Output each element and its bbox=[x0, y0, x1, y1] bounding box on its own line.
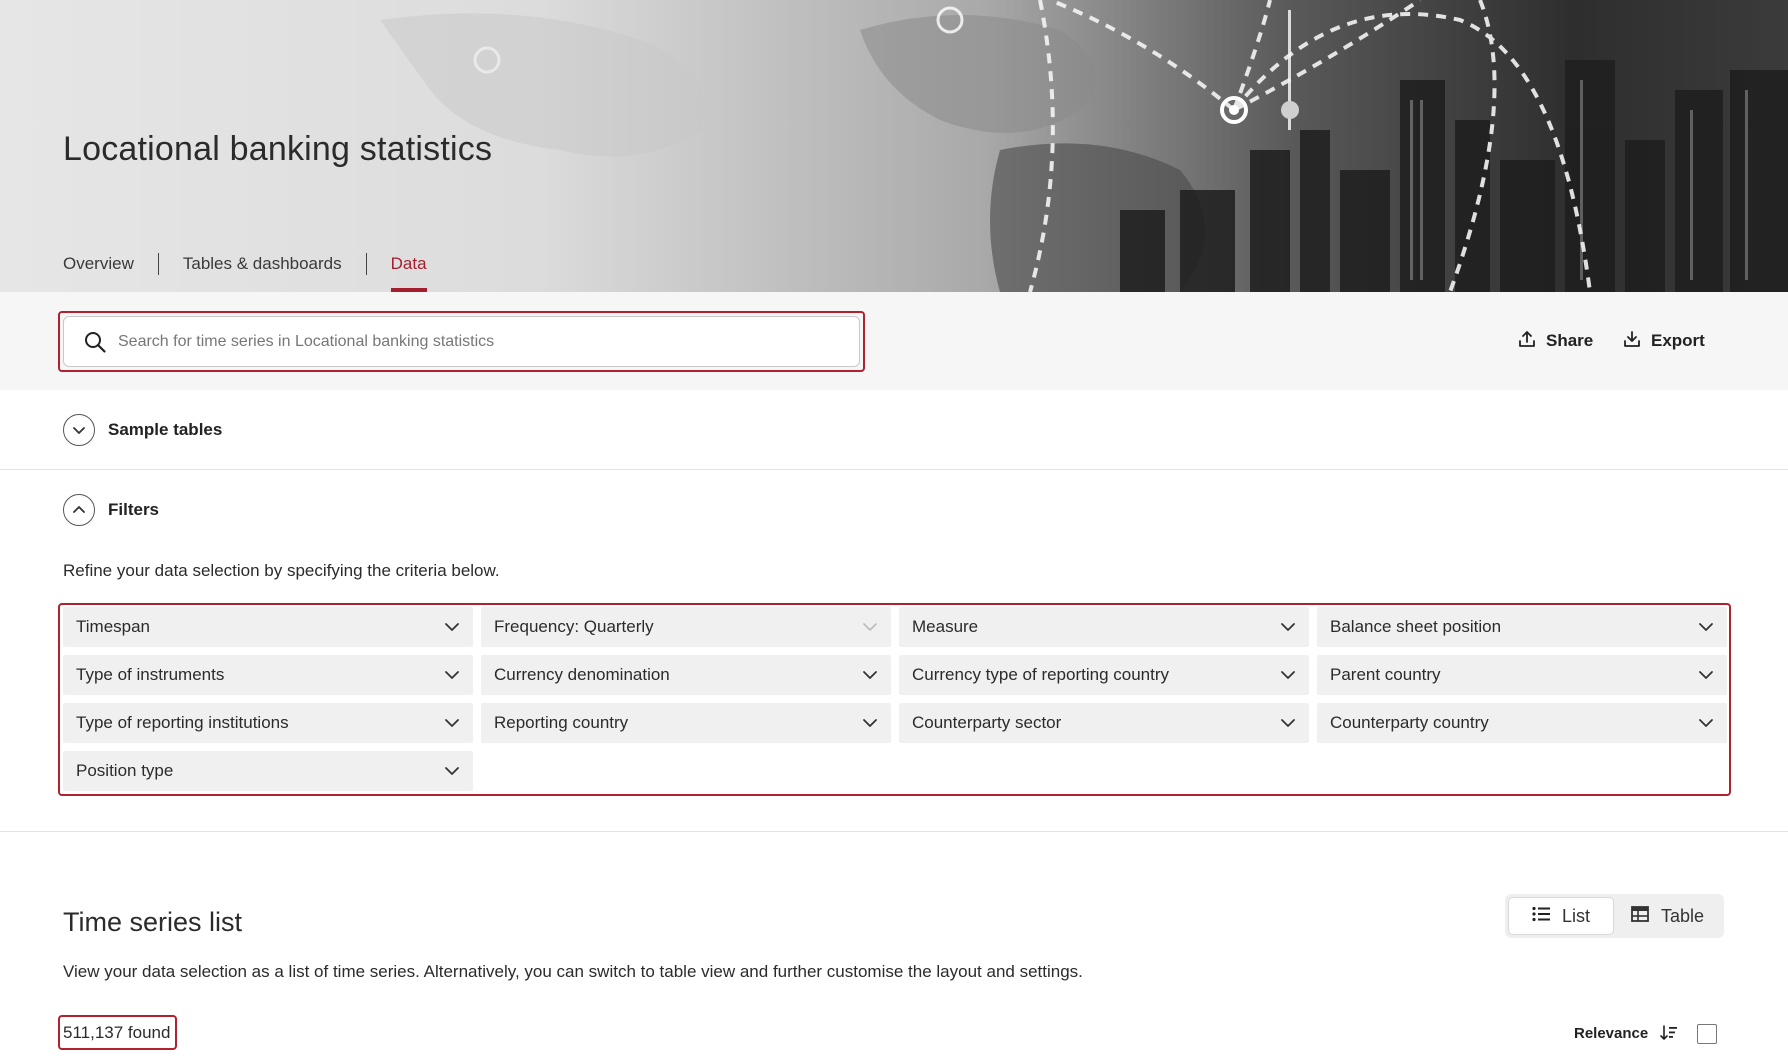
sample-tables-toggle[interactable]: Sample tables bbox=[63, 414, 222, 446]
list-icon bbox=[1532, 906, 1550, 927]
time-series-title: Time series list bbox=[63, 907, 243, 937]
page-title: Locational banking statistics bbox=[63, 130, 493, 168]
filter-label: Timespan bbox=[76, 617, 151, 636]
tab-data[interactable]: Data bbox=[390, 248, 427, 292]
filter-frequency[interactable]: Frequency: Quarterly bbox=[481, 607, 891, 647]
filter-type-of-reporting-institutions[interactable]: Type of reporting institutions bbox=[63, 703, 473, 743]
chevron-down-icon bbox=[861, 666, 879, 684]
filter-label: Currency type of reporting country bbox=[912, 665, 1170, 684]
tab-overview[interactable]: Overview bbox=[63, 248, 134, 280]
filter-label: Measure bbox=[912, 617, 979, 636]
share-icon bbox=[1518, 330, 1536, 353]
filter-label: Currency denomination bbox=[494, 665, 670, 684]
filter-label: Type of instruments bbox=[76, 665, 225, 684]
filter-label: Parent country bbox=[1330, 665, 1441, 684]
chevron-down-icon bbox=[1697, 618, 1715, 636]
tab-separator bbox=[157, 253, 159, 275]
download-icon bbox=[1623, 330, 1641, 353]
table-icon bbox=[1631, 905, 1649, 927]
filter-measure[interactable]: Measure bbox=[899, 607, 1309, 647]
chevron-down-icon bbox=[1279, 714, 1297, 732]
select-all-checkbox[interactable] bbox=[1697, 1024, 1717, 1044]
list-view-button[interactable]: List bbox=[1508, 897, 1614, 935]
chevron-down-icon bbox=[1279, 666, 1297, 684]
sample-tables-label: Sample tables bbox=[108, 420, 223, 439]
view-toggle: List Table bbox=[1505, 894, 1724, 938]
share-button[interactable]: Share bbox=[1518, 326, 1593, 356]
table-view-label: Table bbox=[1660, 905, 1705, 926]
export-button[interactable]: Export bbox=[1623, 326, 1705, 356]
chevron-down-icon bbox=[443, 618, 461, 636]
filter-timespan[interactable]: Timespan bbox=[63, 607, 473, 647]
filter-label: Type of reporting institutions bbox=[76, 713, 289, 732]
chevron-down-icon bbox=[443, 666, 461, 684]
filter-balance-sheet-position[interactable]: Balance sheet position bbox=[1317, 607, 1727, 647]
chevron-down-icon bbox=[443, 714, 461, 732]
tab-tables-dashboards[interactable]: Tables & dashboards bbox=[183, 248, 342, 280]
filter-label: Reporting country bbox=[494, 713, 629, 732]
filters-toggle[interactable]: Filters bbox=[63, 494, 159, 526]
section-divider bbox=[0, 831, 1788, 832]
time-series-description: View your data selection as a list of ti… bbox=[63, 962, 1083, 981]
search-input[interactable] bbox=[118, 321, 859, 362]
chevron-down-icon[interactable] bbox=[63, 414, 95, 446]
section-divider bbox=[0, 469, 1788, 470]
filters-description: Refine your data selection by specifying… bbox=[63, 561, 500, 580]
filters-label: Filters bbox=[108, 500, 160, 519]
share-label: Share bbox=[1546, 331, 1594, 350]
export-label: Export bbox=[1651, 331, 1705, 350]
table-view-button[interactable]: Table bbox=[1614, 897, 1721, 935]
search-box[interactable] bbox=[63, 316, 860, 367]
filter-type-of-instruments[interactable]: Type of instruments bbox=[63, 655, 473, 695]
tab-separator bbox=[365, 253, 367, 275]
filter-parent-country[interactable]: Parent country bbox=[1317, 655, 1727, 695]
filter-reporting-country[interactable]: Reporting country bbox=[481, 703, 891, 743]
filter-label: Frequency: Quarterly bbox=[494, 617, 654, 636]
filter-counterparty-country[interactable]: Counterparty country bbox=[1317, 703, 1727, 743]
nav-tabs: Overview Tables & dashboards Data bbox=[63, 248, 427, 292]
chevron-down-icon bbox=[861, 714, 879, 732]
filter-label: Counterparty sector bbox=[912, 713, 1062, 732]
filter-currency-type-reporting-country[interactable]: Currency type of reporting country bbox=[899, 655, 1309, 695]
hero-banner: Locational banking statistics Overview T… bbox=[0, 0, 1788, 292]
chevron-down-icon bbox=[1279, 618, 1297, 636]
filter-label: Counterparty country bbox=[1330, 713, 1489, 732]
sort-label[interactable]: Relevance bbox=[1574, 1025, 1648, 1042]
list-view-label: List bbox=[1561, 905, 1590, 926]
filter-currency-denomination[interactable]: Currency denomination bbox=[481, 655, 891, 695]
sort-descending-icon[interactable] bbox=[1660, 1024, 1678, 1042]
filter-label: Position type bbox=[76, 761, 174, 780]
chevron-down-icon bbox=[443, 762, 461, 780]
filter-counterparty-sector[interactable]: Counterparty sector bbox=[899, 703, 1309, 743]
filter-label: Balance sheet position bbox=[1330, 617, 1502, 636]
chevron-down-icon bbox=[1697, 714, 1715, 732]
chevron-down-icon bbox=[861, 618, 879, 636]
search-icon bbox=[72, 316, 118, 367]
results-count: 511,137 found bbox=[63, 1023, 171, 1042]
filter-position-type[interactable]: Position type bbox=[63, 751, 473, 791]
chevron-up-icon[interactable] bbox=[63, 494, 95, 526]
chevron-down-icon bbox=[1697, 666, 1715, 684]
